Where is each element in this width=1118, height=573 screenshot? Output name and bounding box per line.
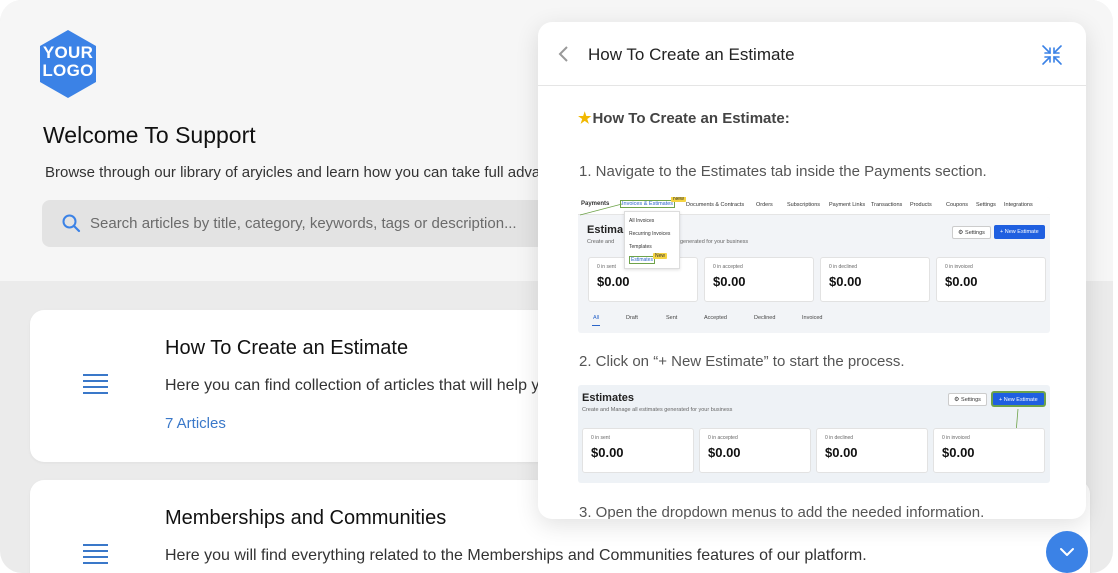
article-panel: How To Create an Estimate ★How To Create… [538,22,1086,519]
collapse-icon[interactable] [1041,44,1063,66]
screenshot-new-estimate: Estimates Create and Manage all estimate… [578,385,1050,483]
screenshot-stat-card: 0 in accepted $0.00 [699,428,811,473]
screenshot-stat-card: 0 in sent $0.00 [582,428,694,473]
logo-line2: LOGO [42,61,94,80]
screenshot-stat-card: 0 in invoiced $0.00 [933,428,1045,473]
step-text: 1. Navigate to the Estimates tab inside … [579,163,987,180]
category-description: Here you can find collection of articles… [165,377,540,394]
list-icon [83,374,108,394]
search-icon [62,214,81,233]
chat-toggle-button[interactable] [1046,531,1088,573]
screenshot-stat-card: 0 in declined $0.00 [820,257,930,302]
panel-header: How To Create an Estimate [538,22,1086,86]
screenshot-settings-button: ⚙ Settings [952,226,991,239]
logo-line1: YOUR [42,43,94,62]
article-count-link[interactable]: 7 Articles [165,415,226,432]
panel-title: How To Create an Estimate [588,45,795,64]
article-heading: ★How To Create an Estimate: [578,110,790,127]
chevron-left-icon[interactable] [556,44,572,64]
category-title[interactable]: How To Create an Estimate [165,337,408,360]
logo: YOUR LOGO [38,30,98,98]
panel-body: ★How To Create an Estimate: 1. Navigate … [538,87,1086,519]
support-page: YOUR LOGO Welcome To Support Browse thro… [0,0,1113,573]
chevron-down-icon [1060,548,1074,556]
screenshot-stat-card: 0 in accepted $0.00 [704,257,814,302]
screenshot-estimates-tab: Payments Invoices & Estimates New Docume… [578,197,1050,333]
star-icon: ★ [578,110,592,127]
page-subtitle: Browse through our library of aryicles a… [45,164,546,181]
screenshot-stat-card: 0 in invoiced $0.00 [936,257,1046,302]
screenshot-new-estimate-button: + New Estimate [994,225,1045,239]
step-text: 2. Click on “+ New Estimate” to start th… [579,353,905,370]
screenshot-dropdown: All Invoices Recurring Invoices Template… [624,211,680,269]
step-text: 3. Open the dropdown menus to add the ne… [579,504,985,519]
category-title[interactable]: Memberships and Communities [165,507,446,530]
screenshot-stat-card: 0 in declined $0.00 [816,428,928,473]
page-title: Welcome To Support [43,122,256,148]
category-description: Here you will find everything related to… [165,547,867,564]
search-bar[interactable] [42,200,602,247]
category-card[interactable]: How To Create an Estimate Here you can f… [30,310,590,462]
search-input[interactable] [90,200,590,247]
list-icon [83,544,108,564]
